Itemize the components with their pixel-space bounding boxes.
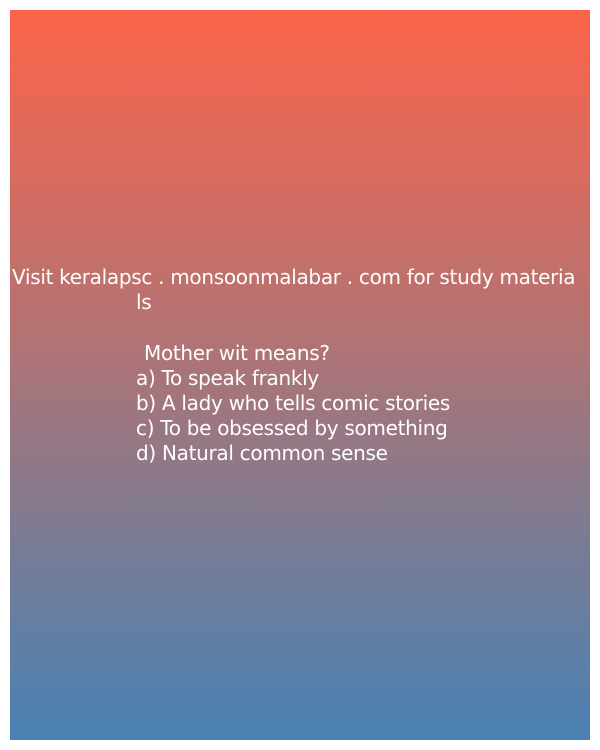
promo-text-line-2: ls <box>136 290 152 314</box>
option-d: d) Natural common sense <box>136 441 388 465</box>
question-card: Visit keralapsc . monsoonmalabar . com f… <box>10 10 590 740</box>
option-c: c) To be obsessed by something <box>136 416 448 440</box>
option-b: b) A lady who tells comic stories <box>136 391 450 415</box>
promo-text-line-1: Visit keralapsc . monsoonmalabar . com f… <box>12 265 576 289</box>
option-a: a) To speak frankly <box>136 366 319 390</box>
question-text: Mother wit means? <box>144 341 330 365</box>
